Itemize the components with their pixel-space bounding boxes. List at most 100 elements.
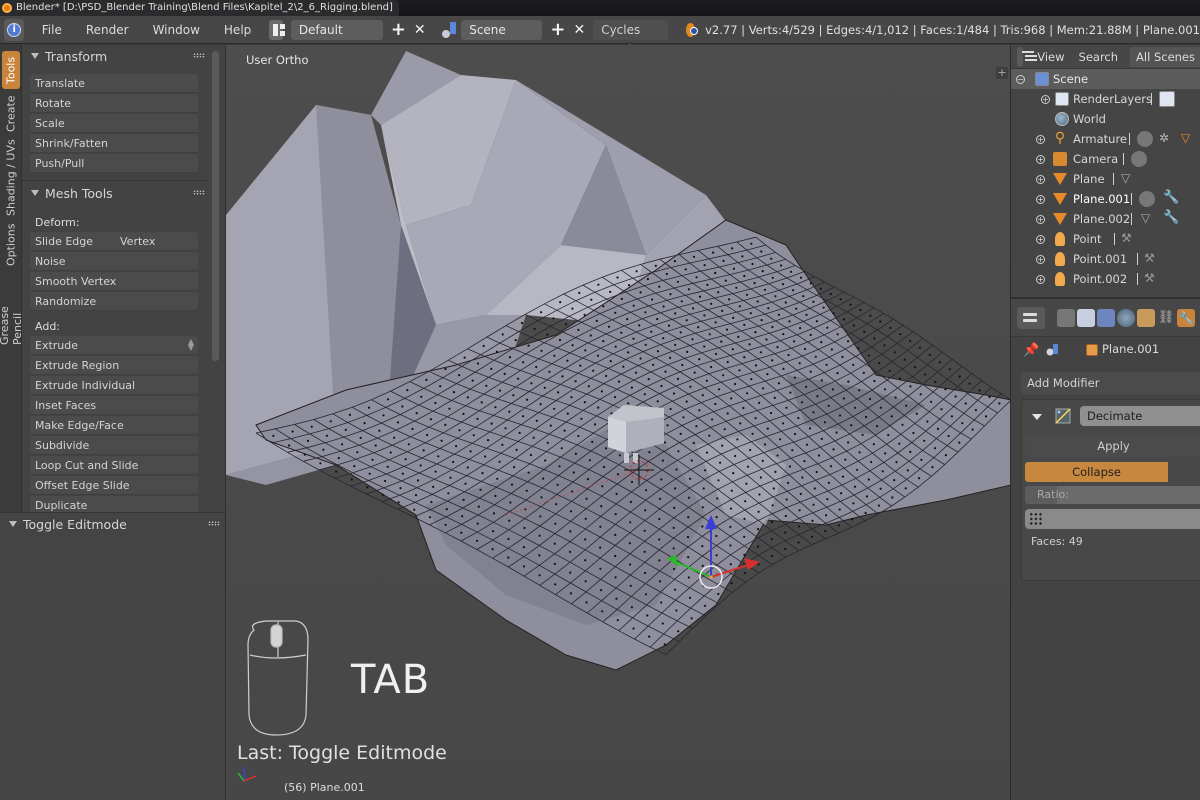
properties-editor-icon[interactable] (1017, 307, 1045, 329)
outliner-display-mode[interactable]: All Scenes (1130, 46, 1200, 67)
expand-icon[interactable]: + (1036, 274, 1045, 284)
modifier-wrench-icon[interactable]: 🔧 (1163, 191, 1179, 207)
mesh-data-icon[interactable]: ▽ (1181, 131, 1197, 147)
collapse-triangle-icon[interactable] (1032, 414, 1042, 420)
drag-grip-icon[interactable] (193, 190, 205, 195)
expand-icon[interactable]: + (1036, 174, 1045, 184)
expand-icon[interactable]: + (1036, 234, 1045, 244)
mesh-data-icon[interactable]: ▽ (1141, 211, 1157, 227)
outliner-row-point-001[interactable]: + Point.001 ⚒ (1011, 249, 1200, 269)
add-scene-button[interactable]: + (550, 19, 565, 40)
outliner-row-renderlayers[interactable]: + RenderLayers (1011, 89, 1200, 109)
push-pull-button[interactable]: Push/Pull (30, 154, 198, 173)
editor-type-button[interactable]: i (4, 18, 25, 41)
tab-modifiers-icon[interactable]: 🔧 (1177, 309, 1195, 327)
menu-window[interactable]: Window (141, 23, 212, 37)
outliner-row-world[interactable]: World (1011, 109, 1200, 129)
randomize-button[interactable]: Randomize (30, 292, 198, 311)
outliner-row-plane[interactable]: + Plane ▽ (1011, 169, 1200, 189)
menu-render[interactable]: Render (74, 23, 141, 37)
tab-render-layers-icon[interactable] (1077, 309, 1095, 327)
inset-faces-button[interactable]: Inset Faces (30, 396, 198, 415)
shrink-fatten-button[interactable]: Shrink/Fatten (30, 134, 198, 153)
expand-icon[interactable]: + (1036, 254, 1045, 264)
outliner-row-plane-002[interactable]: + Plane.002 ▽ 🔧 (1011, 209, 1200, 229)
noise-button[interactable]: Noise (30, 252, 198, 271)
transform-panel-header[interactable]: Transform (22, 45, 207, 67)
make-edge-face-button[interactable]: Make Edge/Face (30, 416, 198, 435)
pose-icon[interactable]: ✲ (1159, 131, 1175, 147)
menu-file[interactable]: File (30, 23, 74, 37)
collapse-icon[interactable]: − (1016, 74, 1025, 84)
vertex-group-field[interactable] (1025, 509, 1200, 529)
lamp-data-icon[interactable]: ⚒ (1121, 231, 1137, 247)
subdivide-button[interactable]: Subdivide (30, 436, 198, 455)
smooth-vertex-button[interactable]: Smooth Vertex (30, 272, 198, 291)
apply-modifier-button[interactable]: Apply (1025, 435, 1200, 457)
loop-cut-slide-button[interactable]: Loop Cut and Slide (30, 456, 198, 475)
outliner-row-plane-001[interactable]: + Plane.001 🔧 (1011, 189, 1200, 209)
tab-options[interactable]: Options (2, 221, 20, 269)
lamp-data-icon[interactable]: ⚒ (1144, 271, 1160, 287)
tab-constraints-icon[interactable]: ⛓ (1157, 309, 1175, 327)
tab-grease-pencil[interactable]: Grease Pencil (0, 273, 24, 345)
outliner-row-point[interactable]: + Point ⚒ (1011, 229, 1200, 249)
modifier-wrench-icon[interactable]: 🔧 (1163, 211, 1179, 227)
tab-world-icon[interactable] (1117, 309, 1135, 327)
tab-render-icon[interactable] (1057, 309, 1075, 327)
screen-layout-field[interactable]: Default (290, 19, 383, 40)
menu-help[interactable]: Help (212, 23, 263, 37)
tab-create[interactable]: Create (2, 93, 20, 135)
pin-icon[interactable]: 📌 (1023, 343, 1039, 358)
slide-vertex-button[interactable]: Vertex (120, 232, 155, 251)
tab-tools[interactable]: Tools (2, 51, 20, 89)
expand-icon[interactable]: + (1036, 134, 1045, 144)
last-operator-header[interactable]: Toggle Editmode (0, 513, 222, 535)
expand-icon[interactable]: + (1036, 194, 1045, 204)
armature-data-icon[interactable] (1137, 131, 1153, 147)
extrude-individual-button[interactable]: Extrude Individual (30, 376, 198, 395)
expand-icon[interactable]: + (1036, 154, 1045, 164)
outliner-search-menu[interactable]: Search (1079, 50, 1119, 64)
scene-field[interactable]: Scene (461, 19, 543, 40)
mesh-tools-panel-header[interactable]: Mesh Tools (22, 182, 207, 204)
tab-shading-uvs[interactable]: Shading / UVs (2, 139, 20, 217)
scene-icon[interactable] (440, 20, 456, 40)
tool-shelf-scrollbar[interactable] (212, 51, 219, 361)
collapse-mode-button[interactable]: Collapse (1025, 462, 1168, 482)
expand-icon[interactable]: + (1041, 94, 1050, 104)
extrude-dropdown[interactable]: Extrude ▲ ▼ (30, 336, 198, 355)
scale-button[interactable]: Scale (30, 114, 198, 133)
expand-icon[interactable]: + (1036, 214, 1045, 224)
offset-edge-slide-button[interactable]: Offset Edge Slide (30, 476, 198, 495)
outliner-row-camera[interactable]: + Camera (1011, 149, 1200, 169)
screen-layout-icon[interactable] (269, 19, 285, 40)
render-engine-dropdown[interactable]: Cycles Render (593, 19, 668, 57)
mesh-data-icon[interactable] (1139, 191, 1155, 207)
extrude-region-button[interactable]: Extrude Region (30, 356, 198, 375)
mesh-data-icon[interactable]: ▽ (1121, 171, 1137, 187)
drag-grip-icon[interactable] (193, 53, 205, 58)
tab-object-icon[interactable] (1137, 309, 1155, 327)
outliner-row-point-002[interactable]: + Point.002 ⚒ (1011, 269, 1200, 289)
outliner-editor-icon[interactable] (1017, 46, 1035, 67)
viewport-properties-toggle[interactable]: + (996, 67, 1008, 79)
slide-edge-button[interactable]: Slide Edge Vertex (30, 232, 198, 251)
ratio-slider[interactable]: Ratio: (1025, 486, 1200, 504)
translate-button[interactable]: Translate (30, 74, 198, 93)
outliner-row-scene[interactable]: − Scene (1011, 69, 1200, 89)
drag-grip-icon[interactable] (208, 521, 220, 526)
delete-screen-button[interactable]: ✕ (414, 20, 426, 40)
modifier-name-field[interactable]: Decimate (1080, 406, 1200, 426)
renderlayer-sub-icon[interactable] (1159, 91, 1175, 107)
lamp-data-icon[interactable]: ⚒ (1144, 251, 1160, 267)
camera-data-icon[interactable] (1131, 151, 1147, 167)
rotate-button[interactable]: Rotate (30, 94, 198, 113)
add-screen-button[interactable]: + (391, 19, 406, 40)
delete-scene-button[interactable]: ✕ (573, 20, 585, 40)
outliner-row-armature[interactable]: + ⚲ Armature ✲ ▽ (1011, 129, 1200, 149)
3d-viewport[interactable]: User Ortho + TAB Last: Toggle Editmode (… (225, 45, 1010, 800)
outliner-view-menu[interactable]: View (1037, 50, 1064, 64)
add-modifier-dropdown[interactable]: Add Modifier (1021, 372, 1200, 394)
tab-scene-icon[interactable] (1097, 309, 1115, 327)
